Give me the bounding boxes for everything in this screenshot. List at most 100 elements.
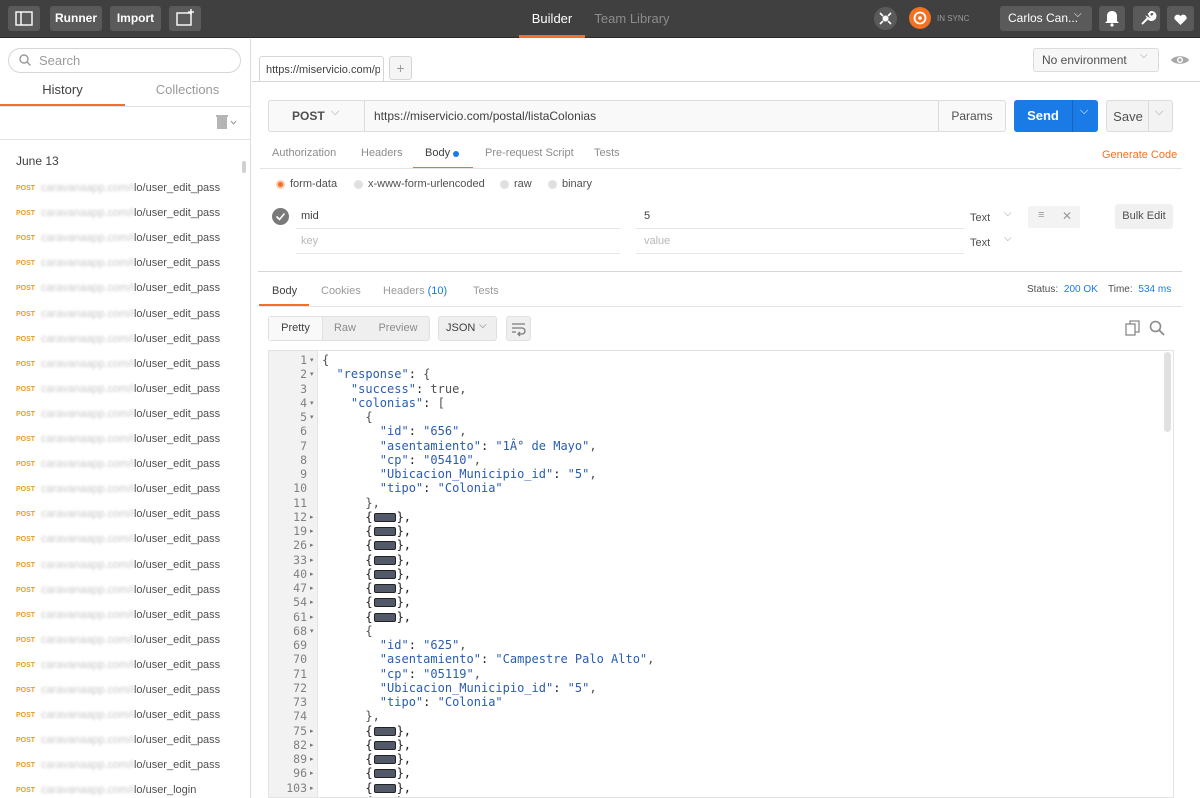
- fold-arrow-down-icon[interactable]: ▾: [310, 370, 314, 378]
- fold-arrow-right-icon[interactable]: ▸: [310, 755, 314, 763]
- close-icon[interactable]: ✕: [1062, 209, 1072, 223]
- radio-raw[interactable]: raw: [500, 178, 540, 192]
- tab-headers[interactable]: Headers: [361, 147, 403, 159]
- history-item[interactable]: POST caravanaapp.com/ilo/user_edit_pass: [0, 327, 250, 352]
- fold-arrow-right-icon[interactable]: ▸: [310, 584, 314, 592]
- response-tab-headers[interactable]: Headers (10): [383, 285, 447, 297]
- collapsed-block-icon[interactable]: [373, 598, 396, 608]
- history-item[interactable]: POST caravanaapp.com/ilo/user_edit_pass: [0, 427, 250, 452]
- fold-arrow-right-icon[interactable]: ▸: [310, 527, 314, 535]
- fold-arrow-right-icon[interactable]: ▸: [310, 769, 314, 777]
- tab-collections[interactable]: Collections: [125, 82, 250, 106]
- collapsed-block-icon[interactable]: [373, 726, 396, 736]
- interceptor-icon[interactable]: [874, 7, 897, 30]
- search-input[interactable]: Search: [39, 49, 80, 72]
- send-button[interactable]: Send ⌵: [1014, 100, 1098, 132]
- tab-body[interactable]: Body: [413, 140, 473, 169]
- fold-arrow-down-icon[interactable]: ▾: [310, 627, 314, 635]
- new-window-icon[interactable]: [169, 6, 201, 31]
- url-value[interactable]: https://miservicio.com/postal/listaColon…: [374, 101, 596, 132]
- fold-arrow-right-icon[interactable]: ▸: [310, 541, 314, 549]
- search-icon[interactable]: [1148, 319, 1166, 340]
- history-item[interactable]: POST caravanaapp.com/ilo/user_edit_pass: [0, 578, 250, 603]
- format-select[interactable]: JSON ⌵: [438, 316, 497, 341]
- fold-arrow-right-icon[interactable]: ▸: [310, 741, 314, 749]
- history-item[interactable]: POST caravanaapp.com/ilo/user_edit_pass: [0, 703, 250, 728]
- generate-code-link[interactable]: Generate Code: [1102, 149, 1177, 161]
- trash-icon[interactable]: [215, 114, 239, 133]
- view-preview-button[interactable]: Preview: [367, 317, 429, 340]
- history-item[interactable]: POST caravanaapp.com/ilo/user_edit_pass: [0, 302, 250, 327]
- eye-icon[interactable]: [1169, 50, 1191, 73]
- fold-arrow-right-icon[interactable]: ▸: [310, 556, 314, 564]
- history-item[interactable]: POST caravanaapp.com/ilo/user_edit_pass: [0, 603, 250, 628]
- history-item[interactable]: POST caravanaapp.com/ilo/user_edit_pass: [0, 628, 250, 653]
- history-item[interactable]: POST caravanaapp.com/ilo/user_edit_pass: [0, 402, 250, 427]
- collapsed-block-icon[interactable]: [373, 612, 396, 622]
- environment-select[interactable]: No environment ⌵: [1033, 48, 1159, 72]
- tab-team-library[interactable]: Team Library: [592, 0, 672, 38]
- form-key-field[interactable]: mid: [301, 210, 619, 222]
- request-tab[interactable]: https://miservicio.com/pos: [259, 56, 384, 82]
- view-pretty-button[interactable]: Pretty: [269, 317, 323, 340]
- type-select[interactable]: Text ⌵: [970, 208, 1020, 224]
- fold-arrow-right-icon[interactable]: ▸: [310, 727, 314, 735]
- tab-history[interactable]: History: [0, 82, 125, 106]
- collapsed-block-icon[interactable]: [373, 584, 396, 593]
- settings-wrench-icon[interactable]: [1133, 6, 1160, 31]
- response-tab-tests[interactable]: Tests: [473, 285, 499, 297]
- url-input[interactable]: https://miservicio.com/postal/listaColon…: [364, 100, 939, 132]
- radio-form-data[interactable]: form-data: [276, 178, 346, 192]
- fold-arrow-down-icon[interactable]: ▾: [310, 399, 314, 407]
- form-key-placeholder[interactable]: key: [301, 235, 318, 247]
- history-item[interactable]: POST caravanaapp.com/ilo/user_edit_pass: [0, 728, 250, 753]
- chevron-down-icon[interactable]: ⌵: [1080, 105, 1088, 118]
- history-item[interactable]: POST caravanaapp.com/ilo/user_edit_pass: [0, 251, 250, 276]
- history-item[interactable]: POST caravanaapp.com/ilo/user_edit_pass: [0, 201, 250, 226]
- history-item[interactable]: POST caravanaapp.com/ilo/user_edit_pass: [0, 553, 250, 578]
- history-item[interactable]: POST caravanaapp.com/ilo/user_edit_pass: [0, 502, 250, 527]
- tab-builder[interactable]: Builder: [519, 0, 585, 38]
- import-button[interactable]: Import: [110, 6, 161, 31]
- form-value-field[interactable]: 5: [644, 210, 650, 222]
- type-select[interactable]: Text ⌵: [970, 233, 1020, 249]
- radio-x-www-form-urlencoded[interactable]: x-www-form-urlencoded: [354, 178, 494, 192]
- collapsed-block-icon[interactable]: [373, 541, 396, 551]
- collapsed-block-icon[interactable]: [373, 755, 396, 764]
- history-item[interactable]: POST caravanaapp.com/ilo/user_edit_pass: [0, 226, 250, 251]
- add-tab-button[interactable]: +: [389, 56, 412, 80]
- bulk-edit-button[interactable]: Bulk Edit: [1115, 204, 1173, 229]
- radio-binary[interactable]: binary: [548, 178, 598, 192]
- view-raw-button[interactable]: Raw: [323, 317, 367, 340]
- history-item[interactable]: POST caravanaapp.com/ilo/user_edit_pass: [0, 527, 250, 552]
- method-select[interactable]: POST ⌵: [268, 100, 365, 132]
- form-value-placeholder[interactable]: value: [644, 235, 670, 247]
- collapsed-block-icon[interactable]: [373, 769, 396, 779]
- fold-arrow-right-icon[interactable]: ▸: [310, 784, 314, 792]
- tab-authorization[interactable]: Authorization: [272, 147, 336, 159]
- sidebar-scrollbar[interactable]: [242, 161, 246, 173]
- tab-tests[interactable]: Tests: [594, 147, 620, 159]
- heart-icon[interactable]: [1167, 6, 1194, 31]
- runner-button[interactable]: Runner: [50, 6, 102, 31]
- collapsed-block-icon[interactable]: [373, 783, 396, 793]
- history-item[interactable]: POST caravanaapp.com/ilo/user_edit_pass: [0, 176, 250, 201]
- response-body-editor[interactable]: 1 ▾{2 ▾ "response": {3 "success": true, 4 ▾ …: [268, 350, 1174, 798]
- sync-icon[interactable]: [909, 7, 931, 29]
- user-menu[interactable]: Carlos Can... ⌵: [1000, 6, 1092, 31]
- drag-handle-icon[interactable]: ≡: [1038, 209, 1044, 221]
- tab-pre-request-script[interactable]: Pre-request Script: [485, 147, 574, 159]
- response-tab-body[interactable]: Body: [259, 279, 309, 306]
- history-item[interactable]: POST caravanaapp.com/ilo/user_edit_pass: [0, 377, 250, 402]
- fold-arrow-right-icon[interactable]: ▸: [310, 570, 314, 578]
- fold-arrow-right-icon[interactable]: ▸: [310, 598, 314, 606]
- fold-arrow-down-icon[interactable]: ▾: [310, 356, 314, 364]
- history-item[interactable]: POST caravanaapp.com/ilo/user_edit_pass: [0, 477, 250, 502]
- editor-scrollbar[interactable]: [1164, 352, 1171, 432]
- fold-arrow-right-icon[interactable]: ▸: [310, 513, 314, 521]
- response-tab-cookies[interactable]: Cookies: [321, 285, 361, 297]
- collapsed-block-icon[interactable]: [373, 569, 396, 579]
- history-item[interactable]: POST caravanaapp.com/ilo/user_edit_pass: [0, 753, 250, 778]
- history-item[interactable]: POST caravanaapp.com/ilo/user_edit_pass: [0, 352, 250, 377]
- notifications-bell-icon[interactable]: [1099, 6, 1125, 31]
